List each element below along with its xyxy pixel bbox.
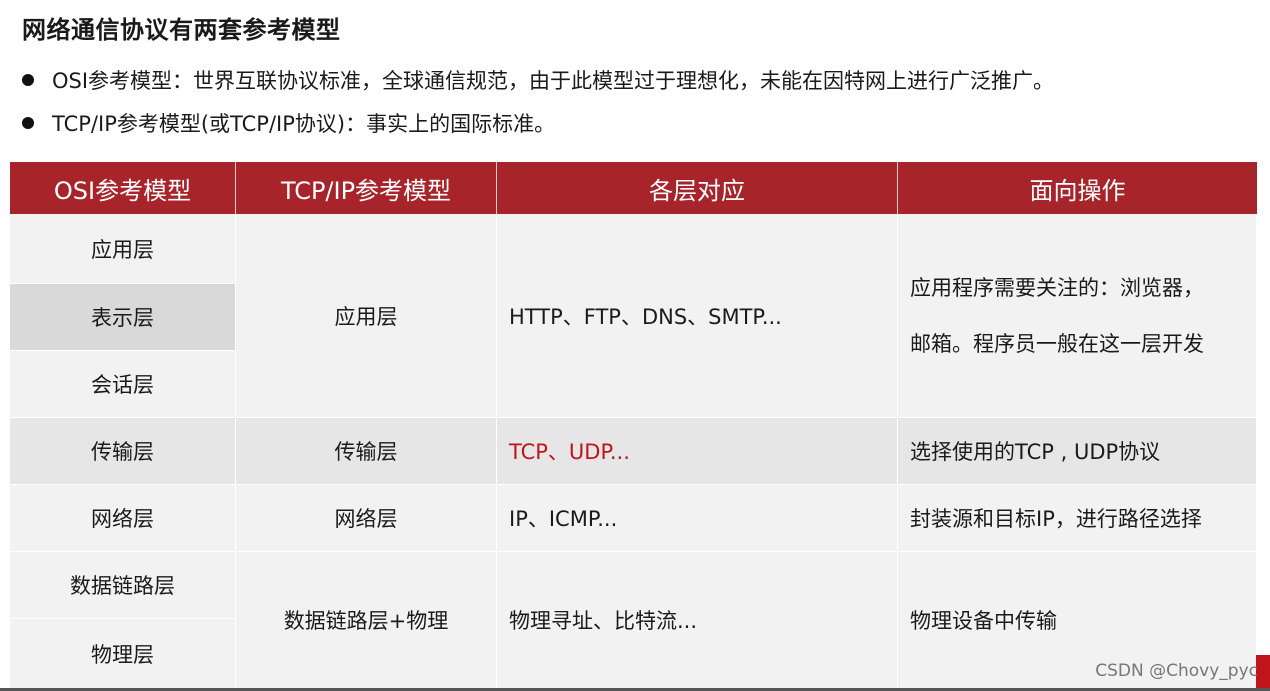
- osi-layer-presentation: 表示层: [10, 284, 236, 351]
- header-protocols: 各层对应: [497, 162, 898, 214]
- osi-layer-physical: 物理层: [10, 619, 236, 689]
- operations-application-line1: 应用程序需要关注的：浏览器，: [910, 275, 1204, 300]
- osi-layer-application: 应用层: [10, 214, 236, 284]
- corner-accent: [1256, 655, 1270, 691]
- tcpip-layer-transport: 传输层: [236, 418, 497, 485]
- header-osi: OSI参考模型: [10, 162, 236, 214]
- protocols-transport: TCP、UDP...: [497, 418, 898, 485]
- header-tcpip: TCP/IP参考模型: [236, 162, 497, 214]
- osi-layer-network: 网络层: [10, 485, 236, 552]
- osi-layer-session: 会话层: [10, 351, 236, 418]
- bullet-osi: OSI参考模型：世界互联协议标准，全球通信规范，由于此模型过于理想化，未能在因特…: [22, 65, 1054, 95]
- operations-network: 封装源和目标IP，进行路径选择: [898, 485, 1257, 552]
- bullet-dot-icon: [22, 74, 34, 86]
- protocols-network: IP、ICMP...: [497, 485, 898, 552]
- bullet-dot-icon: [22, 117, 34, 129]
- protocols-link-physical: 物理寻址、比特流...: [497, 552, 898, 689]
- tcpip-layer-link-physical: 数据链路层+物理: [236, 552, 497, 689]
- osi-layer-transport: 传输层: [10, 418, 236, 485]
- page-heading: 网络通信协议有两套参考模型: [22, 15, 341, 44]
- osi-layer-datalink: 数据链路层: [10, 552, 236, 619]
- operations-application: 应用程序需要关注的：浏览器， 邮箱。程序员一般在这一层开发: [898, 214, 1257, 418]
- tcpip-layer-application: 应用层: [236, 214, 497, 418]
- operations-application-line2: 邮箱。程序员一般在这一层开发: [910, 331, 1204, 356]
- header-operations: 面向操作: [898, 162, 1257, 214]
- model-comparison-table: OSI参考模型 TCP/IP参考模型 各层对应 面向操作 应用层 表示层 会话层…: [10, 162, 1257, 689]
- protocols-application: HTTP、FTP、DNS、SMTP...: [497, 214, 898, 418]
- bullet-tcpip-text: TCP/IP参考模型(或TCP/IP协议)：事实上的国际标准。: [52, 112, 556, 136]
- watermark: CSDN @Chovy_pyc: [1095, 661, 1258, 681]
- bullet-osi-text: OSI参考模型：世界互联协议标准，全球通信规范，由于此模型过于理想化，未能在因特…: [52, 69, 1055, 93]
- operations-transport: 选择使用的TCP , UDP协议: [898, 418, 1257, 485]
- bullet-tcpip: TCP/IP参考模型(或TCP/IP协议)：事实上的国际标准。: [22, 108, 555, 138]
- tcpip-layer-network: 网络层: [236, 485, 497, 552]
